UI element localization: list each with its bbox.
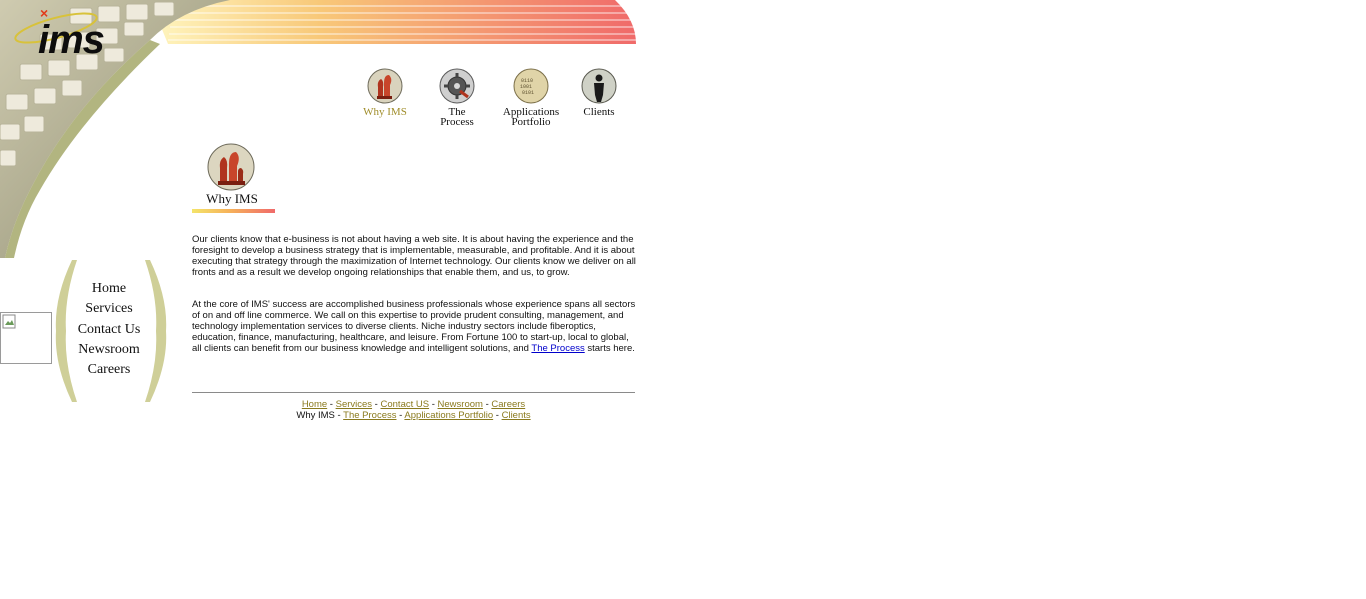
title-underline bbox=[192, 209, 275, 213]
footer-divider bbox=[192, 392, 635, 393]
topnav-why-ims[interactable]: Why IMS bbox=[356, 67, 414, 118]
footer-link-newsroom[interactable]: Newsroom bbox=[438, 399, 483, 410]
sidenav-careers[interactable]: Careers bbox=[70, 362, 148, 378]
sidenav-contact-us[interactable]: Contact Us bbox=[70, 322, 148, 338]
topnav-clients[interactable]: Clients bbox=[578, 67, 620, 118]
chess-pieces-icon bbox=[367, 68, 403, 104]
gear-icon bbox=[439, 68, 475, 104]
sidenav-home[interactable]: Home bbox=[70, 281, 148, 297]
footer-sep: - bbox=[493, 410, 502, 421]
footer-link-applications-portfolio[interactable]: Applications Portfolio bbox=[404, 410, 493, 421]
footer-sep: - bbox=[372, 399, 381, 410]
broken-image bbox=[0, 312, 52, 364]
intro-paragraph: Our clients know that e-business is not … bbox=[192, 234, 636, 278]
footer-sep: - bbox=[429, 399, 438, 410]
chess-pieces-icon bbox=[207, 143, 255, 191]
footer-link-services[interactable]: Services bbox=[336, 399, 372, 410]
topnav-applications-portfolio[interactable]: 0110 1001 0101 Applications Portfolio bbox=[494, 67, 568, 128]
sidenav-services[interactable]: Services bbox=[70, 301, 148, 317]
footer-link-the-process[interactable]: The Process bbox=[343, 410, 396, 421]
core-paragraph-end: starts here. bbox=[584, 343, 635, 354]
footer-row-1: Home - Services - Contact US - Newsroom … bbox=[192, 399, 635, 410]
topnav-label: Clients bbox=[583, 106, 615, 118]
footer-row-2: Why IMS - The Process - Applications Por… bbox=[192, 410, 635, 421]
footer-link-contact-us[interactable]: Contact US bbox=[381, 399, 430, 410]
sidenav-newsroom[interactable]: Newsroom bbox=[70, 342, 148, 358]
footer-current-page: Why IMS bbox=[296, 410, 335, 421]
core-paragraph: At the core of IMS' success are accompli… bbox=[192, 299, 636, 354]
binary-coin-icon: 011010010101 bbox=[513, 68, 549, 104]
topnav-label: The Process bbox=[440, 106, 474, 128]
footer-sep: - bbox=[334, 410, 344, 421]
footer-link-clients[interactable]: Clients bbox=[502, 410, 531, 421]
broken-image-icon bbox=[2, 314, 16, 329]
svg-text:0101: 0101 bbox=[522, 90, 534, 96]
topnav-label: Why IMS bbox=[363, 106, 407, 118]
topnav-the-process[interactable]: The Process bbox=[430, 67, 484, 128]
logo-text[interactable]: ims bbox=[38, 20, 105, 60]
footer-sep: - bbox=[327, 399, 336, 410]
page-title: Why IMS bbox=[206, 191, 258, 206]
topnav-label: Applications Portfolio bbox=[502, 106, 560, 128]
businessman-icon bbox=[581, 68, 617, 104]
the-process-link[interactable]: The Process bbox=[531, 343, 584, 354]
footer-link-careers[interactable]: Careers bbox=[491, 399, 525, 410]
footer-link-home[interactable]: Home bbox=[302, 399, 327, 410]
